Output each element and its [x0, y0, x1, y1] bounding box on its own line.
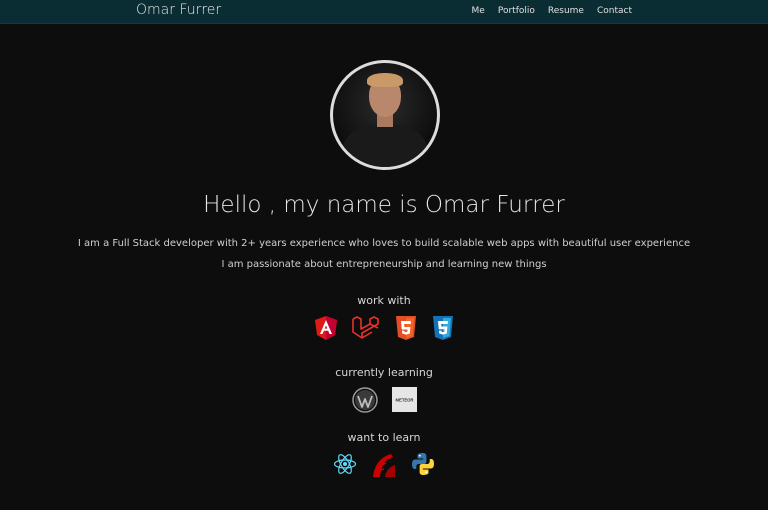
- bio-line-2: I am passionate about entrepreneurship a…: [221, 259, 547, 270]
- avatar: [330, 60, 440, 170]
- currently-learning-icons: METEOR: [0, 387, 768, 417]
- nav-link-portfolio[interactable]: Portfolio: [498, 6, 535, 16]
- angular-icon: [314, 315, 338, 345]
- section-title-currently-learning: currently learning: [335, 366, 433, 379]
- meteor-logo-text: METEOR: [395, 398, 413, 403]
- react-icon: [333, 452, 357, 482]
- avatar-hair: [367, 73, 403, 87]
- css3-icon: [431, 315, 455, 345]
- bio-line-1: I am a Full Stack developer with 2+ year…: [77, 238, 691, 249]
- hero-heading: Hello , my name is Omar Furrer: [203, 192, 565, 218]
- section-title-want-to-learn: want to learn: [347, 431, 421, 444]
- nav-link-contact[interactable]: Contact: [597, 6, 632, 16]
- avatar-body: [343, 125, 427, 167]
- work-with-icons: [0, 315, 768, 345]
- navbar: Omar Furrer Me Portfolio Resume Contact: [0, 0, 768, 24]
- section-title-work-with: work with: [357, 294, 411, 307]
- meteor-icon: METEOR: [391, 387, 417, 417]
- nav-links: Me Portfolio Resume Contact: [472, 6, 632, 16]
- html5-icon: [394, 315, 418, 345]
- wordpress-icon: [351, 387, 378, 417]
- python-icon: [411, 452, 435, 482]
- want-to-learn-icons: [0, 452, 768, 482]
- laravel-icon: [351, 315, 381, 345]
- nav-link-resume[interactable]: Resume: [548, 6, 584, 16]
- brand-link[interactable]: Omar Furrer: [136, 2, 221, 18]
- nav-link-me[interactable]: Me: [472, 6, 485, 16]
- rails-icon: [371, 452, 397, 482]
